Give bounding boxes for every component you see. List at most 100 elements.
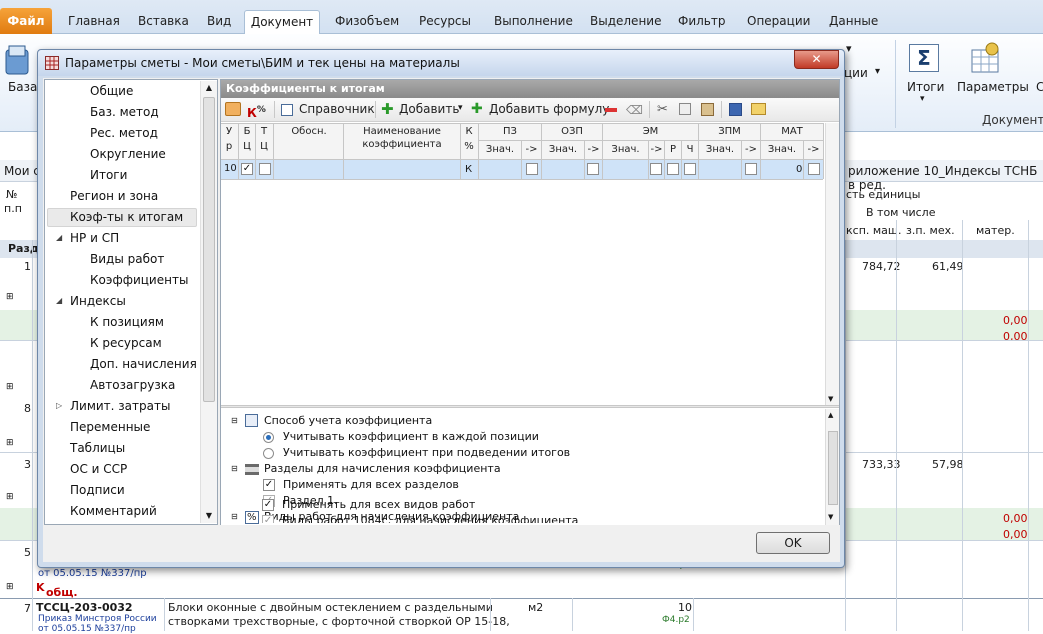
tree-scrollbar[interactable]: ▲ ▼ [825,409,839,525]
nav-item[interactable]: Виды работ [90,250,164,268]
nav-item[interactable]: ◢ Индексы [56,292,126,310]
eraser-icon[interactable]: ⌫ [626,103,643,117]
tree-option[interactable]: Применять для всех разделов [283,478,459,491]
reference-button[interactable]: Справочник [299,102,375,116]
scroll-down-icon[interactable]: ▼ [828,513,833,521]
nav-scrollbar[interactable]: ▲ ▼ [200,81,217,523]
nav-item[interactable]: Округление [90,145,166,163]
nav-item[interactable]: Баз. метод [90,103,159,121]
add-formula-button[interactable]: Добавить формулу [489,102,609,116]
cell-k[interactable]: К [465,164,472,175]
tab-home[interactable]: Главная [68,14,120,28]
nav-item[interactable]: ОС и ССР [70,460,127,478]
tab-resources[interactable]: Ресурсы [419,14,471,28]
tree-option[interactable]: Учитывать коэффициент в каждой позиции [283,430,539,443]
nav-item[interactable]: Регион и зона [70,187,158,205]
nav-item[interactable]: Итоги [90,166,127,184]
scroll-up-icon[interactable]: ▲ [202,81,216,95]
ribbon-small-label[interactable]: ции [844,66,868,80]
expand-icon[interactable]: ⊞ [6,382,14,392]
table-row[interactable] [221,160,823,179]
tab-execution[interactable]: Выполнение [494,14,573,28]
nav-item[interactable]: К позициям [90,313,164,331]
tab-physvolume[interactable]: Физобъем [335,14,399,28]
ribbon-dropdown-arrow[interactable]: ▾ [846,42,852,55]
scroll-thumb[interactable] [828,431,838,505]
checkbox-zpm[interactable] [745,163,757,175]
nav-item[interactable]: К ресурсам [90,334,162,352]
nav-item[interactable]: Переменные [70,418,150,436]
tab-data[interactable]: Данные [829,14,878,28]
ok-button[interactable]: OK [756,532,830,554]
tab-document[interactable]: Документ [244,10,320,35]
reference-icon[interactable] [281,104,293,116]
remove-icon[interactable] [605,108,617,112]
save-icon[interactable] [729,103,742,116]
tree-option[interactable]: Учитывать коэффициент при подведении ито… [283,446,570,459]
splitter[interactable] [221,405,839,408]
tree-node[interactable]: Разделы для начисления коэффициента [264,462,501,475]
collapse-icon[interactable]: ⊟ [231,416,238,425]
checkbox-all-sections[interactable]: ✓ [263,479,275,491]
params-icon[interactable] [970,42,1002,74]
nav-item[interactable]: Доп. начисления [90,355,197,373]
expand-icon[interactable]: ⊞ [6,292,14,302]
chevron-down-icon[interactable]: ▾ [920,94,925,104]
expand-icon[interactable]: ⊞ [6,582,14,592]
cut-icon[interactable]: ✂ [657,102,668,117]
cell-ur[interactable]: 10 [224,163,237,174]
baza-label[interactable]: База [8,80,37,94]
checkbox-bc[interactable]: ✓ [241,163,253,175]
nav-item[interactable]: Рес. метод [90,124,158,142]
radio-at-totals[interactable] [263,448,274,459]
plus-icon[interactable]: ✚ [381,100,394,118]
tab-view[interactable]: Вид [207,14,231,28]
chevron-down-icon[interactable]: ▾ [875,66,880,77]
ribbon-cut-label[interactable]: С [1036,80,1043,94]
chevron-down-icon[interactable]: ▾ [458,103,463,113]
file-tab[interactable]: Файл [0,8,52,34]
expanded-arrow-icon[interactable]: ◢ [56,229,62,247]
scroll-up-icon[interactable]: ▲ [828,411,833,419]
scroll-down-icon[interactable]: ▼ [828,395,833,403]
nav-item[interactable]: Подписи [70,481,125,499]
params-button[interactable]: Параметры [957,80,1029,94]
checkbox-em-r[interactable] [667,163,679,175]
expand-icon[interactable]: ⊞ [6,492,14,502]
tree-option[interactable]: Виды работ 1084с, для начисления коэффиц… [282,514,578,523]
radio-each-position[interactable] [263,432,274,443]
k-percent-icon[interactable]: К% [247,105,266,120]
nav-item[interactable]: Общие [90,82,133,100]
tab-insert[interactable]: Вставка [138,14,189,28]
scroll-down-icon[interactable]: ▼ [202,509,216,523]
expanded-arrow-icon[interactable]: ◢ [56,292,62,310]
edit-icon[interactable] [225,102,241,116]
itogi-button[interactable]: Итоги [907,80,944,94]
checkbox-pz[interactable] [526,163,538,175]
checkbox-work-type[interactable]: ✓ [262,515,274,523]
nav-item[interactable]: Комментарий [70,502,157,520]
checkbox-em-ch[interactable] [684,163,696,175]
nav-item[interactable]: Таблицы [70,439,125,457]
nav-item[interactable]: Коэф-ты к итогам [47,208,197,227]
cell-mat[interactable]: 0 [796,164,802,175]
collapse-icon[interactable]: ⊟ [231,464,238,473]
grid-scrollbar[interactable]: ▼ [825,123,839,405]
checkbox-tc[interactable] [259,163,271,175]
checkbox-em[interactable] [650,163,662,175]
nav-item[interactable]: Автозагрузка [90,376,175,394]
nav-item[interactable]: ◢ НР и СП [56,229,119,247]
nav-item[interactable]: Коэффициенты [90,271,188,289]
tab-operations[interactable]: Операции [747,14,810,28]
copy-icon[interactable] [679,103,691,115]
sheet-tab-mine[interactable]: Мои с [4,164,40,178]
sigma-icon[interactable]: Σ [909,44,939,72]
tree-option[interactable]: Применять для всех видов работ [282,498,475,511]
add-button[interactable]: Добавить [399,102,459,116]
checkbox-all-work-types[interactable]: ✓ [262,499,274,511]
checkbox-mat[interactable] [808,163,820,175]
collapsed-arrow-icon[interactable]: ▷ [56,397,62,415]
tree-node[interactable]: Способ учета коэффициента [264,414,432,427]
checkbox-ozp[interactable] [587,163,599,175]
expand-icon[interactable]: ⊞ [6,438,14,448]
